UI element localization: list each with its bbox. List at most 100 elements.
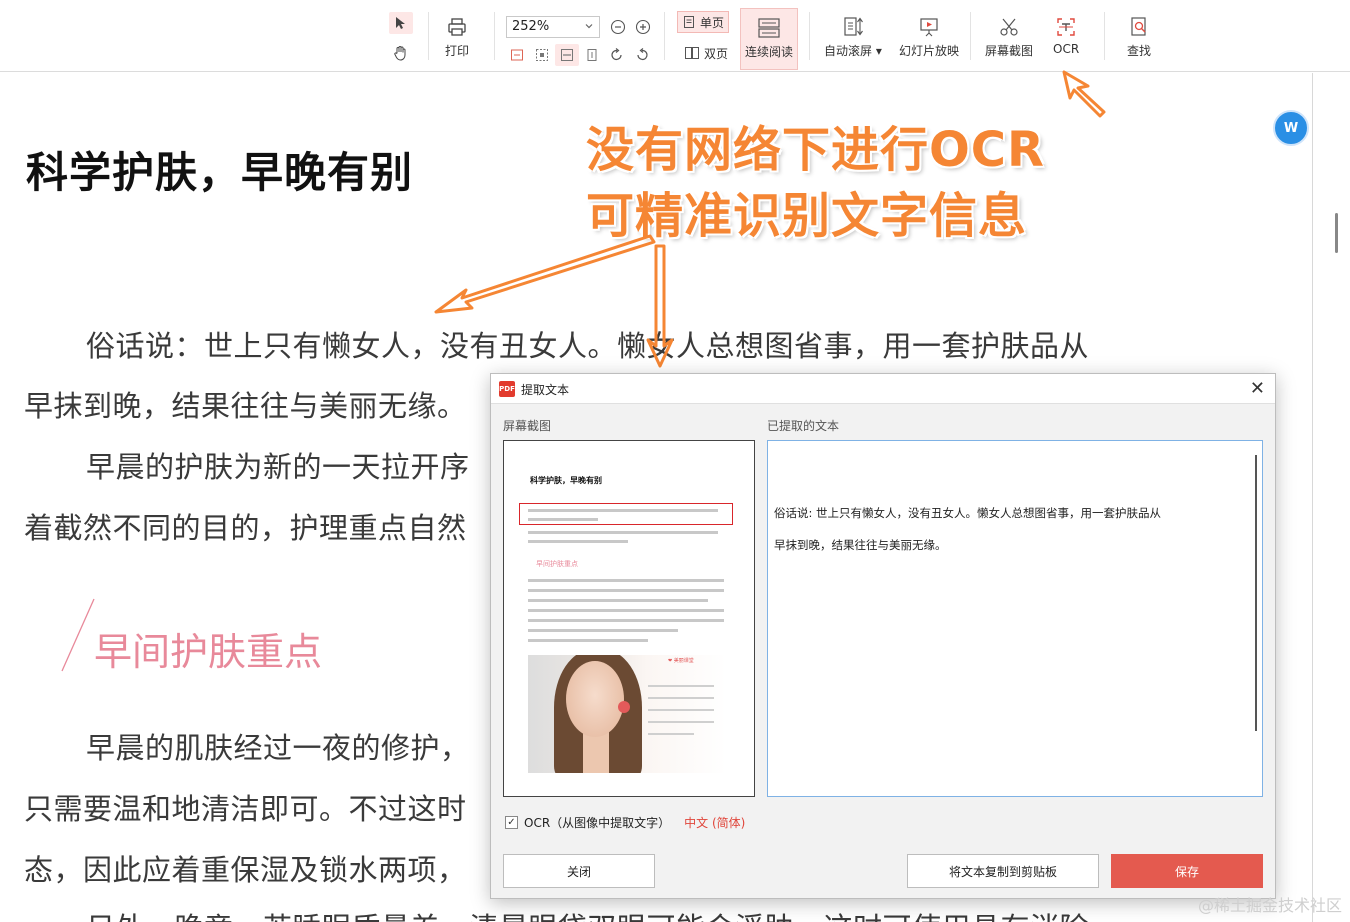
section-slash-decoration: [61, 598, 95, 672]
rotate-right-icon[interactable]: [605, 44, 629, 66]
actual-size-icon[interactable]: [505, 44, 529, 66]
scrollbar-thumb[interactable]: [1335, 213, 1338, 253]
ocr-checkbox-label: OCR（从图像中提取文字）: [524, 816, 671, 830]
thumbnail-text-line: [528, 639, 648, 642]
thumbnail-side-line: [648, 697, 714, 699]
screenshot-pane-label: 屏幕截图: [503, 419, 552, 433]
thumbnail-side-line: [648, 709, 714, 711]
screenshot-button[interactable]: 屏幕截图: [985, 14, 1033, 59]
vertical-scrollbar[interactable]: [1312, 73, 1350, 922]
toolbar-divider: [494, 12, 495, 60]
document-line: 俗话说：世上只有懒女人，没有丑女人。懒女人总想图省事，用一套护肤品从: [86, 329, 1090, 363]
find-button[interactable]: 查找: [1126, 14, 1152, 59]
document-line: 日外，晚竟，若睡眠质量差，清晨眼袋双眼可能会浮肿，这时可使用具有消除: [86, 905, 1089, 922]
ocr-checkbox[interactable]: ✓: [505, 816, 518, 829]
continuous-reading-button[interactable]: 连续阅读: [740, 8, 798, 70]
thumbnail-text-line: [528, 579, 724, 582]
zoom-in-icon[interactable]: [631, 16, 655, 38]
thumbnail-text-line: [528, 540, 628, 543]
watermark: @稀土掘金技术社区: [1197, 896, 1342, 915]
select-tool-icon[interactable]: [389, 12, 413, 34]
save-button[interactable]: 保存: [1111, 854, 1263, 888]
slideshow-icon: [916, 14, 942, 40]
ocr-selection-box: [519, 503, 733, 525]
document-line: 早晨的护肤为新的一天拉开序: [86, 450, 470, 484]
dialog-title: 提取文本: [521, 383, 570, 397]
thumbnail-side-line: [648, 733, 694, 735]
auto-scroll-button[interactable]: 自动滚屏 ▾: [824, 14, 882, 59]
thumbnail-side-line: [648, 685, 714, 687]
close-icon[interactable]: ✕: [1250, 378, 1265, 399]
extract-text-dialog: PDF 提取文本 ✕ 屏幕截图 已提取的文本 科学护肤，早晚有别 早间护肤重点: [490, 373, 1276, 899]
printer-icon: [444, 14, 470, 40]
thumbnail-badge: ❤ 美丽课堂: [668, 658, 694, 664]
app-logo-icon: PDF: [499, 381, 515, 397]
document-line: 只需要温和地清洁即可。不过这时: [24, 792, 467, 826]
thumbnail-text-line: [528, 531, 718, 534]
toolbar-divider: [664, 12, 665, 60]
print-button[interactable]: 打印: [444, 14, 470, 59]
double-page-label: 双页: [704, 46, 729, 61]
word-convert-icon[interactable]: W: [1273, 110, 1309, 146]
print-label: 打印: [444, 44, 469, 58]
fit-visible-icon[interactable]: [580, 44, 604, 66]
zoom-value: 252%: [512, 19, 550, 34]
thumbnail-title: 科学护肤，早晚有别: [530, 475, 602, 485]
portrait-face: [566, 661, 624, 737]
annotation-line-2: 可精准识别文字信息: [586, 188, 1028, 244]
ocr-option-row: ✓ OCR（从图像中提取文字） 中文 (简体): [505, 814, 745, 831]
single-page-label: 单页: [700, 15, 725, 30]
document-title: 科学护肤，早晚有别: [26, 148, 414, 197]
fit-width-icon[interactable]: [555, 44, 579, 66]
thumbnail-text-line: [528, 619, 724, 622]
copy-to-clipboard-button[interactable]: 将文本复制到剪贴板: [907, 854, 1099, 888]
document-line: 早晨的肌肤经过一夜的修护，: [86, 731, 470, 765]
toolbar-divider: [970, 12, 971, 60]
auto-scroll-label: 自动滚屏 ▾: [824, 44, 882, 58]
word-convert-letter: W: [1283, 120, 1299, 136]
single-page-icon: [684, 16, 694, 28]
ocr-icon: [1053, 14, 1079, 40]
thumbnail-text-line: [528, 599, 708, 602]
thumbnail-text-line: [528, 589, 724, 592]
section-heading: 早间护肤重点: [94, 630, 323, 674]
toolbar: 打印 252% 单页 双页 连续阅读 自动滚屏 ▾ 幻灯片放映 屏幕截图 OCR…: [0, 0, 1350, 72]
extracted-text-pane-label: 已提取的文本: [767, 419, 840, 433]
annotation-line-1: 没有网络下进行OCR: [586, 122, 1045, 178]
rotate-left-icon[interactable]: [630, 44, 654, 66]
extracted-text-area[interactable]: 俗话说: 世上只有懒女人，没有丑女人。懒女人总想图省事，用一套护肤品从 早抹到晚…: [767, 440, 1263, 797]
slideshow-button[interactable]: 幻灯片放映: [899, 14, 959, 59]
thumbnail-text-line: [528, 629, 678, 632]
find-icon: [1126, 14, 1152, 40]
chevron-down-icon[interactable]: [583, 20, 595, 32]
dialog-titlebar: PDF 提取文本 ✕: [491, 374, 1275, 404]
continuous-reading-icon: [756, 15, 782, 41]
text-scrollbar[interactable]: [1255, 455, 1257, 731]
single-page-button[interactable]: 单页: [677, 11, 730, 33]
toolbar-divider: [1104, 12, 1105, 60]
screenshot-label: 屏幕截图: [985, 44, 1034, 58]
double-page-icon: [685, 47, 699, 59]
thumbnail-text-line: [528, 609, 724, 612]
thumbnail-side-line: [648, 721, 714, 723]
find-label: 查找: [1126, 44, 1151, 58]
fit-page-icon[interactable]: [530, 44, 554, 66]
double-page-button[interactable]: 双页: [680, 42, 732, 64]
ocr-button[interactable]: OCR: [1053, 14, 1079, 56]
thumbnail-portrait-image: ❤ 美丽课堂: [528, 655, 726, 773]
toolbar-divider: [809, 12, 810, 60]
screenshot-preview: 科学护肤，早晚有别 早间护肤重点 ❤ 美丽课堂: [503, 440, 755, 797]
language-link[interactable]: 中文 (简体): [684, 814, 745, 831]
close-button[interactable]: 关闭: [503, 854, 655, 888]
auto-scroll-icon: [840, 14, 866, 40]
zoom-out-icon[interactable]: [606, 16, 630, 38]
continuous-reading-label: 连续阅读: [744, 45, 793, 59]
extracted-text-line: 俗话说: 世上只有懒女人，没有丑女人。懒女人总想图省事，用一套护肤品从: [774, 506, 1162, 520]
toolbar-divider: [428, 12, 429, 60]
document-line: 态，因此应着重保湿及锁水两项，: [24, 853, 467, 887]
slideshow-label: 幻灯片放映: [899, 44, 960, 58]
portrait-flower: [618, 701, 630, 713]
zoom-input[interactable]: 252%: [506, 16, 600, 38]
hand-tool-icon[interactable]: [389, 42, 413, 64]
scissors-icon: [996, 14, 1022, 40]
